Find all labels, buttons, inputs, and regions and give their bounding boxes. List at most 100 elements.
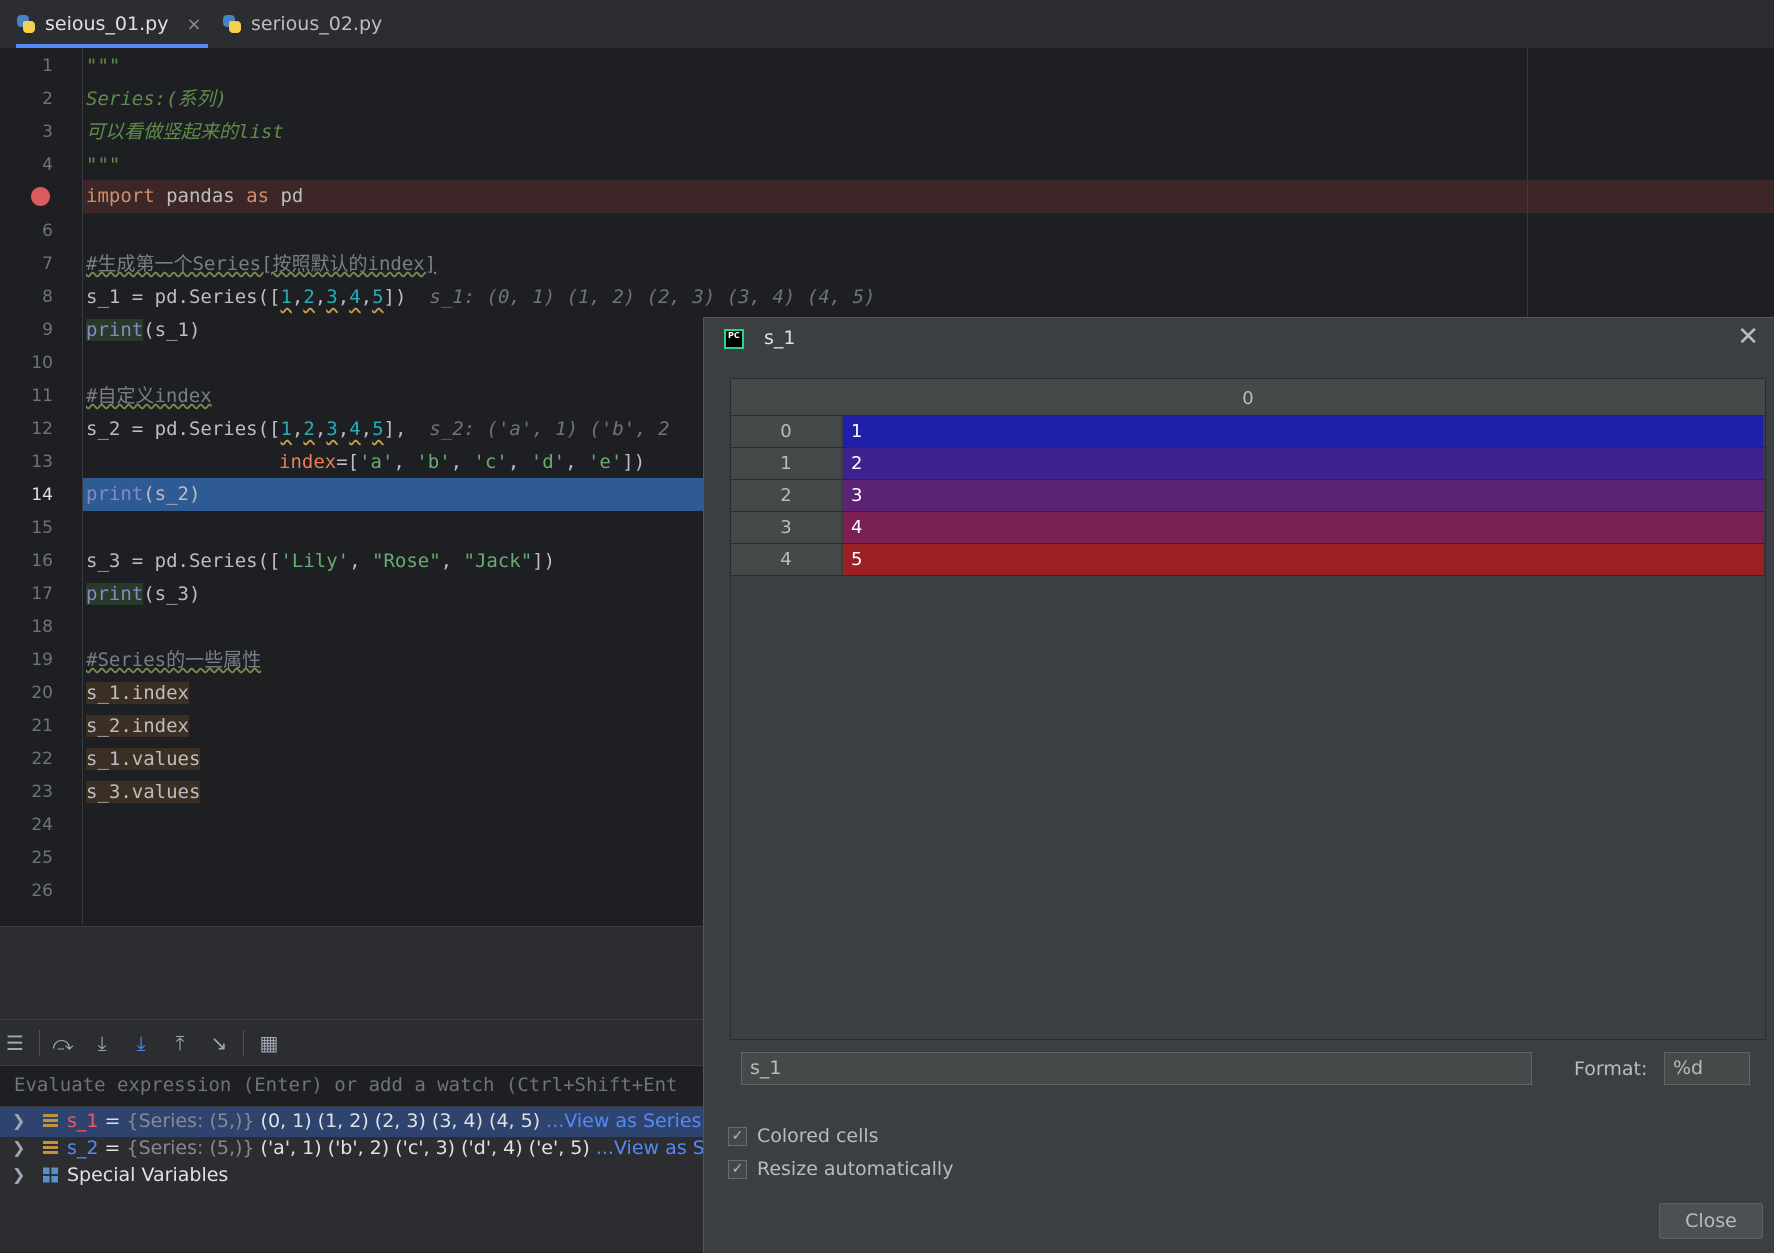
resize-automatically-checkbox[interactable]: ✓ Resize automatically (728, 1156, 953, 1182)
step-out-icon[interactable]: ⤒ (165, 1028, 195, 1058)
line-number: 11 (31, 386, 53, 406)
line-number: 2 (42, 89, 53, 109)
cell-value[interactable]: 4 (843, 512, 1763, 543)
dialog-title: s_1 (764, 327, 796, 349)
table-row[interactable]: 4 5 (731, 544, 1765, 576)
checkbox-label: Colored cells (757, 1125, 879, 1147)
expand-chevron-icon[interactable]: ❯ (12, 1111, 25, 1130)
docstring: Series:(系列) (86, 88, 227, 110)
code-text: ]) (622, 451, 646, 473)
variable-row-s2[interactable]: ❯ s_2 = {Series: (5,)} ('a', 1) ('b', 2)… (0, 1134, 703, 1164)
expression-input[interactable]: s_1 (741, 1052, 1532, 1085)
number-literal: 1 (280, 286, 292, 308)
code-text: s_1.index (86, 682, 189, 704)
close-button[interactable]: Close (1659, 1203, 1763, 1239)
line-number-gutter[interactable]: 1 2 3 4 6 7 8 9 10 11 12 13 14 15 16 17 … (0, 49, 83, 925)
line-number: 26 (31, 881, 53, 901)
code-text: s_2.index (86, 715, 189, 737)
column-header[interactable]: 0 (731, 379, 1765, 416)
number-literal: 4 (349, 286, 361, 308)
step-into-icon[interactable]: ⤓ (87, 1028, 117, 1058)
code-text: pd (269, 185, 304, 207)
line-number: 21 (31, 716, 53, 736)
tab-serious-02[interactable]: serious_02.py (222, 0, 382, 48)
cell-value[interactable]: 5 (843, 544, 1763, 575)
line-number: 10 (31, 353, 53, 373)
code-text: (s_1) (143, 319, 201, 341)
builtin-function: print (86, 319, 144, 341)
code-text: pandas (154, 185, 247, 207)
line-number: 18 (31, 617, 53, 637)
code-line-2: Series:(系列) (86, 83, 227, 116)
line-number: 6 (42, 221, 53, 241)
named-parameter: index (279, 451, 337, 473)
table-row[interactable]: 2 3 (731, 480, 1765, 512)
code-line-22: s_1.values (86, 743, 201, 776)
inline-debug-value: s_1: (0, 1) (1, 2) (2, 3) (3, 4) (4, 5) (429, 286, 876, 308)
dialog-title-bar[interactable]: PC s_1 ✕ (704, 318, 1774, 358)
code-line-13: index=['a', 'b', 'c', 'd', 'e']) (279, 451, 646, 473)
view-as-series-link[interactable]: ...View as Series (546, 1110, 701, 1132)
line-number: 3 (42, 122, 53, 142)
string-literal: "Rose" (372, 550, 441, 572)
tab-seious-01[interactable]: seious_01.py × (16, 0, 208, 48)
variable-type: {Series: (5,)} (126, 1110, 261, 1132)
checkmark-icon: ✓ (728, 1159, 747, 1179)
breakpoint-icon[interactable] (31, 187, 50, 206)
variable-row-s1[interactable]: ❯ s_1 = {Series: (5,)} (0, 1) (1, 2) (2,… (0, 1107, 703, 1137)
string-literal: 'b' (416, 451, 451, 473)
table-row[interactable]: 1 2 (731, 448, 1765, 480)
editor-tab-bar: seious_01.py × serious_02.py (0, 0, 1774, 49)
series-data-table[interactable]: 0 0 1 1 2 2 3 3 4 4 5 (730, 378, 1766, 1040)
table-row[interactable]: 0 1 (731, 416, 1765, 448)
docstring: """ (86, 154, 121, 176)
string-literal: "Jack" (463, 550, 533, 572)
code-line-23: s_3.values (86, 776, 201, 809)
step-into-my-code-icon[interactable]: ⤓ (126, 1028, 156, 1058)
string-literal: 'a' (359, 451, 394, 473)
cell-value[interactable]: 2 (843, 448, 1763, 479)
code-line-17: print(s_3) (86, 578, 200, 611)
code-text: (s_3) (143, 583, 201, 605)
colored-cells-checkbox[interactable]: ✓ Colored cells (728, 1123, 879, 1149)
series-variable-icon (43, 1114, 58, 1127)
close-tab-icon[interactable]: × (186, 14, 201, 35)
builtin-function: print (86, 483, 144, 505)
expand-chevron-icon[interactable]: ❯ (12, 1138, 25, 1157)
docstring: """ (86, 55, 121, 77)
evaluate-expression-input[interactable]: Evaluate expression (Enter) or add a wat… (0, 1065, 703, 1107)
step-over-icon[interactable]: ⤼ (48, 1028, 78, 1058)
line-number: 12 (31, 419, 53, 439)
code-line-19: #Series的一些属性 (86, 644, 261, 677)
line-number: 8 (42, 287, 53, 307)
cell-value[interactable]: 3 (843, 480, 1763, 511)
variable-row-special[interactable]: ❯ Special Variables (0, 1161, 703, 1191)
evaluate-placeholder: Evaluate expression (Enter) or add a wat… (14, 1074, 678, 1096)
close-icon[interactable]: ✕ (1737, 322, 1759, 352)
special-variables-icon (43, 1167, 58, 1183)
evaluate-icon[interactable]: ▦ (254, 1028, 284, 1058)
panel-splitter[interactable] (0, 957, 703, 1019)
line-number: 25 (31, 848, 53, 868)
run-to-cursor-icon[interactable]: ↘ (204, 1028, 234, 1058)
cell-value[interactable]: 1 (843, 416, 1763, 447)
code-line-9: print(s_1) (86, 314, 200, 347)
format-input[interactable]: %d (1664, 1052, 1750, 1085)
code-line-12: s_2 = pd.Series([1,2,3,4,5], s_2: ('a', … (86, 418, 670, 440)
variable-value: ('a', 1) ('b', 2) ('c', 3) ('d', 4) ('e'… (260, 1137, 596, 1159)
code-text: ]) (383, 286, 407, 308)
pycharm-logo-icon: PC (724, 329, 744, 349)
view-as-series-link[interactable]: ...View as Series (596, 1137, 703, 1159)
code-text: ]) (532, 550, 556, 572)
number-literal: 3 (326, 418, 338, 440)
inline-debug-value: s_2: ('a', 1) ('b', 2 (429, 418, 670, 440)
expand-chevron-icon[interactable]: ❯ (12, 1165, 25, 1184)
code-line-5: import pandas as pd (86, 180, 303, 213)
menu-icon[interactable]: ☰ (0, 1028, 30, 1058)
line-number: 17 (31, 584, 53, 604)
table-row[interactable]: 3 4 (731, 512, 1765, 544)
row-index: 1 (731, 448, 841, 479)
variable-text: s_1 = {Series: (5,)} (0, 1) (1, 2) (2, 3… (67, 1110, 701, 1132)
variable-equals: = (98, 1110, 127, 1132)
series-variable-icon (43, 1141, 58, 1154)
